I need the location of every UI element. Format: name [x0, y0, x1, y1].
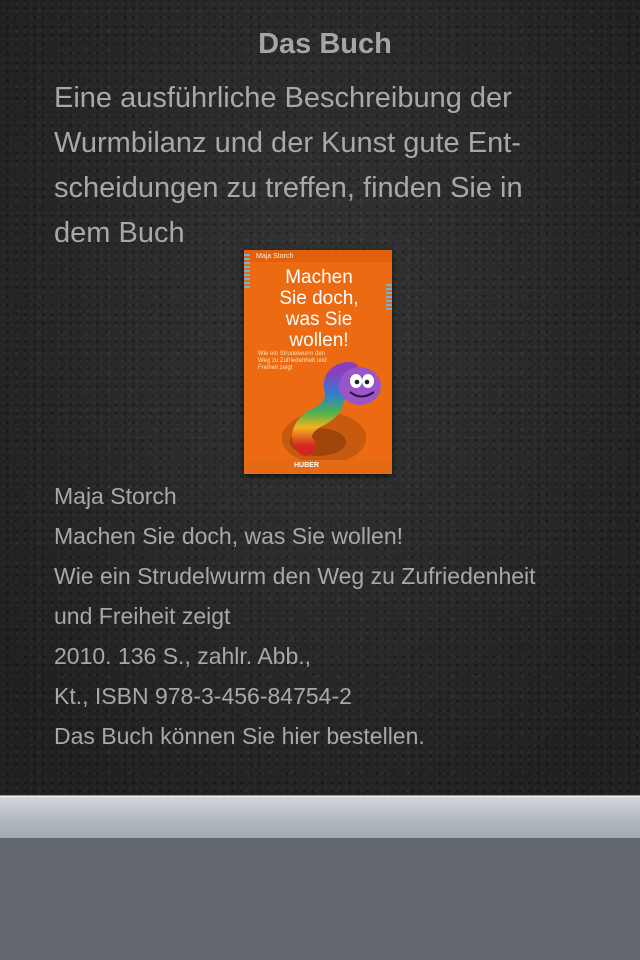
- intro-line: scheidungen zu treffen, finden Sie in: [54, 172, 523, 204]
- book-title: Machen Sie doch, was Sie wollen!: [54, 523, 404, 549]
- book-author: Maja Storch: [54, 483, 177, 509]
- intro-text: Eine ausführliche Beschreibung der Wurmb…: [54, 76, 614, 256]
- book-subtitle-line: und Freiheit zeigt: [54, 603, 231, 629]
- book-subtitle-line: Wie ein Strudelwurm den Weg zu Zufrieden…: [54, 563, 536, 589]
- bottom-toolbar: [0, 795, 640, 839]
- strudelwurm-illustration: [282, 362, 381, 464]
- intro-line: Wurmbilanz und der Kunst gute Ent-: [54, 127, 521, 159]
- order-link[interactable]: Das Buch können Sie hier bestellen.: [54, 716, 634, 756]
- cover-publisher-band: HUBER: [244, 460, 392, 474]
- publisher-label: HUBER: [294, 462, 319, 469]
- intro-line: Eine ausführliche Beschreibung der: [54, 82, 512, 114]
- book-isbn: Kt., ISBN 978-3-456-84754-2: [54, 683, 352, 709]
- book-publication: 2010. 136 S., zahlr. Abb.,: [54, 643, 312, 669]
- lower-panel: [0, 838, 640, 960]
- book-cover-image[interactable]: Maja Storch Machen Sie doch, was Sie wol…: [244, 250, 392, 474]
- page-title: Das Buch: [258, 28, 392, 60]
- book-details: Maja Storch Machen Sie doch, was Sie wol…: [54, 476, 634, 756]
